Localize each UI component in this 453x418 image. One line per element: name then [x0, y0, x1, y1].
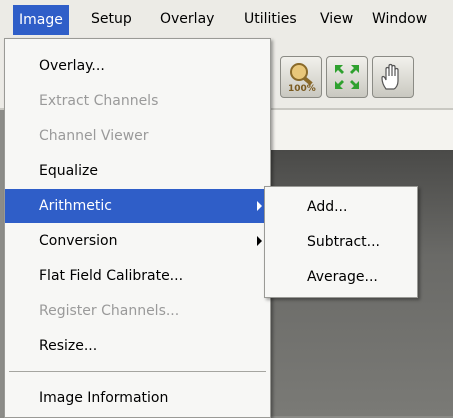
pan-hand-button[interactable]: [372, 56, 414, 98]
menu-utilities[interactable]: Utilities: [244, 0, 297, 38]
image-menu-dropdown: Overlay... Extract Channels Channel View…: [4, 38, 271, 418]
menu-item-channel-viewer: Channel Viewer: [39, 128, 149, 144]
menu-item-equalize[interactable]: Equalize: [5, 154, 270, 188]
menu-divider: [9, 371, 266, 372]
zoom-100-icon: 100%: [288, 63, 316, 93]
menu-item-conversion[interactable]: Conversion: [5, 224, 270, 258]
menu-image[interactable]: Image: [13, 5, 69, 35]
submenu-arrow-icon: [257, 201, 262, 211]
menu-bar: Image Setup Overlay Utilities View Windo…: [0, 0, 453, 38]
arithmetic-submenu: Add... Subtract... Average...: [264, 186, 418, 298]
menu-item-register-channels: Register Channels...: [39, 303, 180, 319]
svg-text:100%: 100%: [288, 84, 316, 93]
pan-hand-icon: [381, 63, 399, 90]
fit-window-icon: [335, 65, 359, 89]
submenu-item-average[interactable]: Average...: [265, 260, 417, 294]
submenu-item-subtract[interactable]: Subtract...: [265, 225, 417, 259]
menu-overlay[interactable]: Overlay: [160, 0, 214, 38]
menu-item-overlay[interactable]: Overlay...: [5, 49, 270, 83]
menu-item-conversion-label: Conversion: [39, 233, 118, 249]
menu-item-image-information[interactable]: Image Information: [5, 381, 270, 415]
menu-item-extract-channels: Extract Channels: [39, 93, 159, 109]
menu-item-flat-field-calibrate[interactable]: Flat Field Calibrate...: [5, 259, 270, 293]
zoom-100-button[interactable]: 100%: [280, 56, 322, 98]
canvas-light-region: [265, 110, 453, 150]
submenu-item-add[interactable]: Add...: [265, 190, 417, 224]
menu-view[interactable]: View: [320, 0, 353, 38]
submenu-arrow-icon: [257, 236, 262, 246]
menu-item-arithmetic-label: Arithmetic: [39, 198, 112, 214]
fit-window-button[interactable]: [326, 56, 368, 98]
menu-item-resize[interactable]: Resize...: [5, 329, 270, 363]
menu-item-arithmetic[interactable]: Arithmetic: [5, 189, 270, 223]
menu-window[interactable]: Window: [372, 0, 427, 38]
menu-setup[interactable]: Setup: [91, 0, 132, 38]
